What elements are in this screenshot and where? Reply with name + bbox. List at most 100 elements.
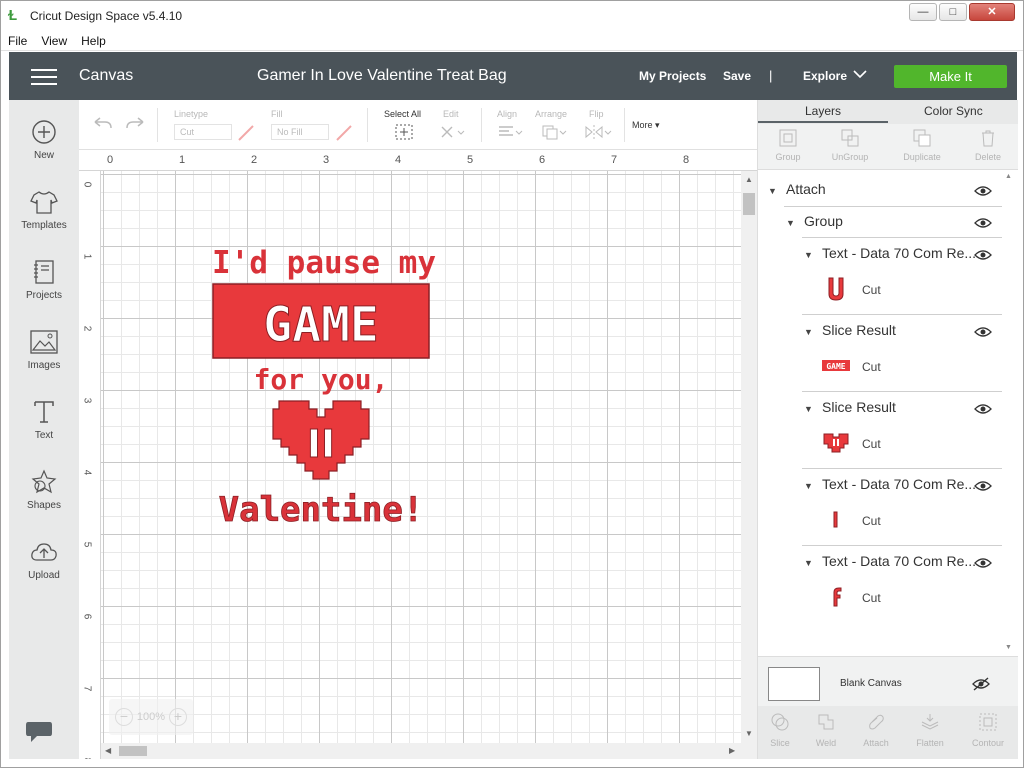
chat-icon[interactable] — [25, 720, 53, 744]
select-all-icon[interactable] — [395, 124, 413, 142]
ruler-tick: 0 — [81, 181, 93, 188]
scroll-down-icon[interactable]: ▼ — [1005, 644, 1012, 651]
layers-list: ▼ Attach ▼ Group ▼ Text - Data 70 Com Re… — [758, 171, 1002, 656]
eye-icon[interactable] — [974, 403, 992, 415]
templates-tool[interactable]: Templates — [9, 188, 79, 231]
scroll-right-icon[interactable]: ▶ — [729, 746, 735, 755]
select-all-label[interactable]: Select All — [384, 109, 421, 119]
shapes-tool[interactable]: Shapes — [9, 468, 79, 511]
design-canvas[interactable]: 0 1 2 3 4 5 6 7 8 0 1 2 3 4 5 6 7 8 I'd … — [79, 151, 757, 759]
eye-icon[interactable] — [974, 557, 992, 569]
zoom-in-button[interactable]: + — [168, 708, 187, 726]
eye-icon[interactable] — [974, 249, 992, 261]
contour-button[interactable]: Contour — [962, 712, 1014, 748]
ungroup-button[interactable]: UnGroup — [820, 128, 880, 162]
fill-select[interactable]: No Fill — [271, 124, 329, 140]
flatten-icon — [920, 712, 940, 732]
scroll-thumb[interactable] — [743, 193, 755, 215]
new-tool[interactable]: New — [9, 118, 79, 161]
collapse-icon[interactable]: ▼ — [786, 218, 795, 228]
layer-text-2[interactable]: ▼ Text - Data 70 Com Re... — [758, 476, 1002, 496]
blank-canvas-row[interactable]: Blank Canvas — [758, 656, 1018, 706]
undo-icon[interactable] — [93, 116, 113, 134]
projects-tool[interactable]: Projects — [9, 258, 79, 301]
hamburger-menu-icon[interactable] — [31, 69, 57, 85]
toolbar-divider — [157, 108, 158, 142]
collapse-icon[interactable]: ▼ — [804, 404, 813, 414]
make-it-button[interactable]: Make It — [894, 65, 1007, 88]
edit-icon[interactable] — [439, 124, 465, 142]
layer-text-3[interactable]: ▼ Text - Data 70 Com Re... — [758, 553, 1002, 573]
ungroup-icon — [840, 128, 860, 148]
flip-icon[interactable] — [584, 124, 612, 142]
cricut-logo-icon: Ɫ — [8, 7, 18, 24]
slice-button[interactable]: Slice — [754, 712, 806, 748]
scroll-down-icon[interactable]: ▼ — [745, 729, 753, 738]
images-tool[interactable]: Images — [9, 328, 79, 371]
scroll-up-icon[interactable]: ▲ — [745, 175, 753, 184]
align-icon[interactable] — [497, 124, 523, 142]
maximize-button[interactable]: □ — [939, 3, 967, 21]
weld-button[interactable]: Weld — [800, 712, 852, 748]
ruler-tick: 1 — [179, 154, 186, 166]
tab-color-sync[interactable]: Color Sync — [924, 104, 983, 118]
arrange-icon[interactable] — [541, 124, 567, 142]
fill-color-icon[interactable] — [335, 124, 353, 144]
menu-file[interactable]: File — [1, 34, 34, 48]
layer-slice-result-1[interactable]: ▼ Slice Result — [758, 322, 1002, 342]
collapse-icon[interactable]: ▼ — [768, 186, 777, 196]
duplicate-button[interactable]: Duplicate — [892, 128, 952, 162]
eye-icon[interactable] — [974, 217, 992, 229]
delete-button[interactable]: Delete — [958, 128, 1018, 162]
text-tool[interactable]: Text — [9, 398, 79, 441]
collapse-icon[interactable]: ▼ — [804, 558, 813, 568]
linetype-select[interactable]: Cut — [174, 124, 232, 140]
eye-icon[interactable] — [974, 326, 992, 338]
layer-label: Slice Result — [822, 399, 896, 415]
canvas-vertical-scrollbar[interactable]: ▲ ▼ — [741, 171, 757, 743]
valentine-design[interactable]: I'd pause my GAME for you, II Valentine! — [209, 239, 439, 539]
layer-thumbnail[interactable] — [822, 583, 850, 611]
layer-thumbnail[interactable]: GAME — [822, 352, 850, 380]
collapse-icon[interactable]: ▼ — [804, 250, 813, 260]
layer-attach[interactable]: ▼ Attach — [758, 181, 1002, 201]
ruler-left: 0 1 2 3 4 5 6 7 8 — [79, 171, 101, 759]
upload-tool[interactable]: Upload — [9, 538, 79, 581]
eye-icon[interactable] — [974, 480, 992, 492]
save-link[interactable]: Save — [723, 69, 751, 83]
canvas-horizontal-scrollbar[interactable]: ◀ ▶ — [101, 743, 757, 759]
chevron-down-icon[interactable] — [853, 68, 867, 82]
menu-help[interactable]: Help — [74, 34, 113, 48]
eye-icon[interactable] — [974, 185, 992, 197]
tab-layers[interactable]: Layers — [805, 104, 841, 118]
scroll-up-icon[interactable]: ▲ — [1005, 173, 1012, 180]
layer-thumbnail[interactable] — [822, 429, 850, 457]
redo-icon[interactable] — [125, 116, 145, 134]
group-button[interactable]: Group — [758, 128, 818, 162]
eye-hidden-icon[interactable] — [972, 677, 990, 691]
layer-slice-result-2[interactable]: ▼ Slice Result — [758, 399, 1002, 419]
menu-view[interactable]: View — [34, 34, 74, 48]
layer-group[interactable]: ▼ Group — [758, 213, 1002, 233]
layers-scrollbar[interactable]: ▲ ▼ — [1002, 171, 1016, 656]
layer-text-1[interactable]: ▼ Text - Data 70 Com Re... — [758, 245, 1002, 265]
minimize-button[interactable]: — — [909, 3, 937, 21]
scroll-thumb[interactable] — [119, 746, 147, 756]
blank-canvas-swatch[interactable] — [768, 667, 820, 701]
zoom-out-button[interactable]: − — [115, 708, 133, 726]
collapse-icon[interactable]: ▼ — [804, 481, 813, 491]
more-menu[interactable]: More ▾ — [632, 120, 660, 131]
ruler-tick: 0 — [107, 154, 114, 166]
layer-thumbnail[interactable] — [822, 506, 850, 534]
linetype-color-icon[interactable] — [237, 124, 255, 144]
collapse-icon[interactable]: ▼ — [804, 327, 813, 337]
ruler-tick: 4 — [395, 154, 402, 166]
panel-tabs: Layers Color Sync — [758, 100, 1018, 124]
flatten-button[interactable]: Flatten — [904, 712, 956, 748]
attach-button[interactable]: Attach — [850, 712, 902, 748]
my-projects-link[interactable]: My Projects — [639, 69, 706, 83]
close-button[interactable]: ✕ — [969, 3, 1015, 21]
explore-link[interactable]: Explore — [803, 69, 847, 83]
layer-thumbnail[interactable] — [822, 275, 850, 303]
scroll-left-icon[interactable]: ◀ — [105, 746, 111, 755]
